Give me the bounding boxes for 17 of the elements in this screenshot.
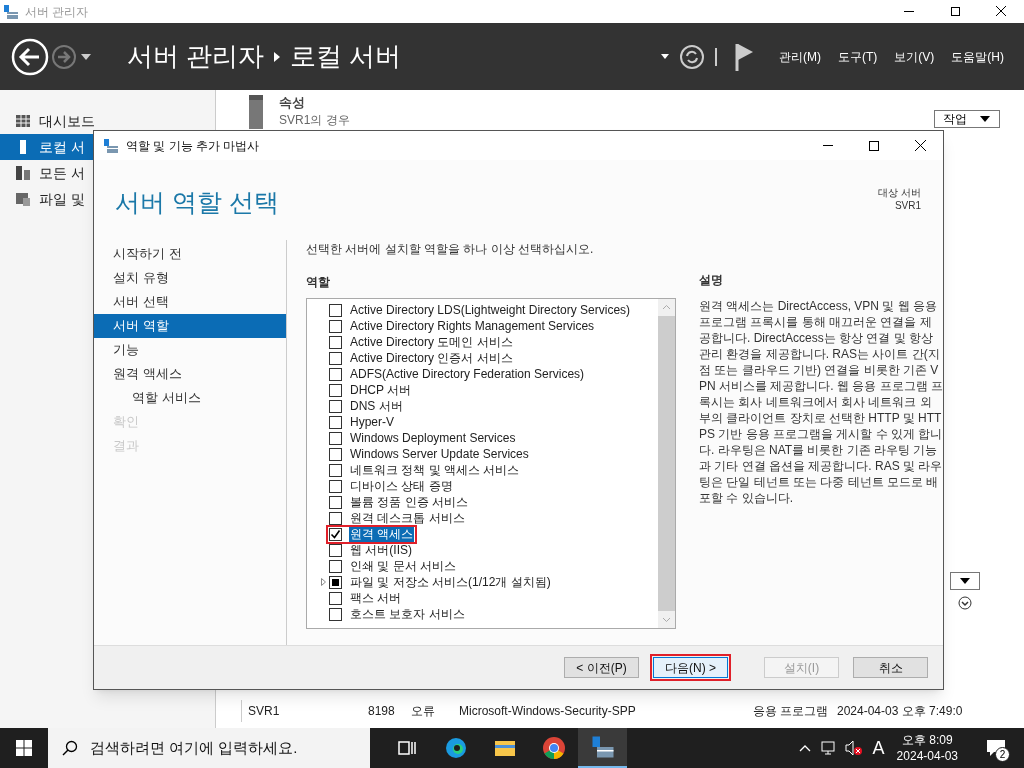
- description-label: 설명: [699, 272, 724, 289]
- instruction-text: 선택한 서버에 설치할 역할을 하나 이상 선택하십시오.: [306, 241, 595, 258]
- target-server-name: SVR1: [894, 199, 921, 212]
- table-cell-text: 응용 프로그램: [753, 703, 830, 720]
- notification-count: 2: [995, 747, 1010, 762]
- section-subtitle: SVR1의 경우: [279, 112, 350, 129]
- table-cell-text: SVR1: [248, 703, 281, 720]
- section-title: 속성: [279, 95, 306, 111]
- roles-label: 역할: [306, 274, 331, 291]
- table-cell-text: 오류: [411, 703, 436, 720]
- page-heading: 서버 역할 선택: [115, 187, 279, 218]
- table-cell-text: Microsoft-Windows-Security-SPP: [459, 703, 637, 720]
- table-cell-text: 2024-04-03 오후 7:49:0: [837, 703, 963, 720]
- target-server-label: 대상 서버: [878, 186, 921, 199]
- table-cell-text: 8198: [368, 703, 396, 720]
- role-description: 원격 액세스는 DirectAccess, VPN 및 웹 응용 프로그램 프록시를 통해 매끄러운 연결을 제공합니다. DirectAccess는 항상 연결 및 항상 관리 환경을 제공합니다. RAS는 사이트 간(지점 또는 클라우드 기반) 연결을 비롯한 기존 VPN 서비스를 제공합니다. 웹 응용 프로그램 프록시는 회사 네트워크에서 회사 네트워크 외부의 클라이언트 장치로 선택한 HTTP 및 HTTPS 기반 응용 프로그램을 게시할 수 있게 합니다. 라우팅은 NAT를 비롯한 기존 라우팅 기능과 기타 연결 옵션을 제공합니다. RAS 및 라우팅은 단일 테넌트 또는 다중 테넌트 모드로 배포할 수 있습니다.: [699, 298, 943, 506]
- window-title: 서버 관리자: [25, 3, 89, 21]
